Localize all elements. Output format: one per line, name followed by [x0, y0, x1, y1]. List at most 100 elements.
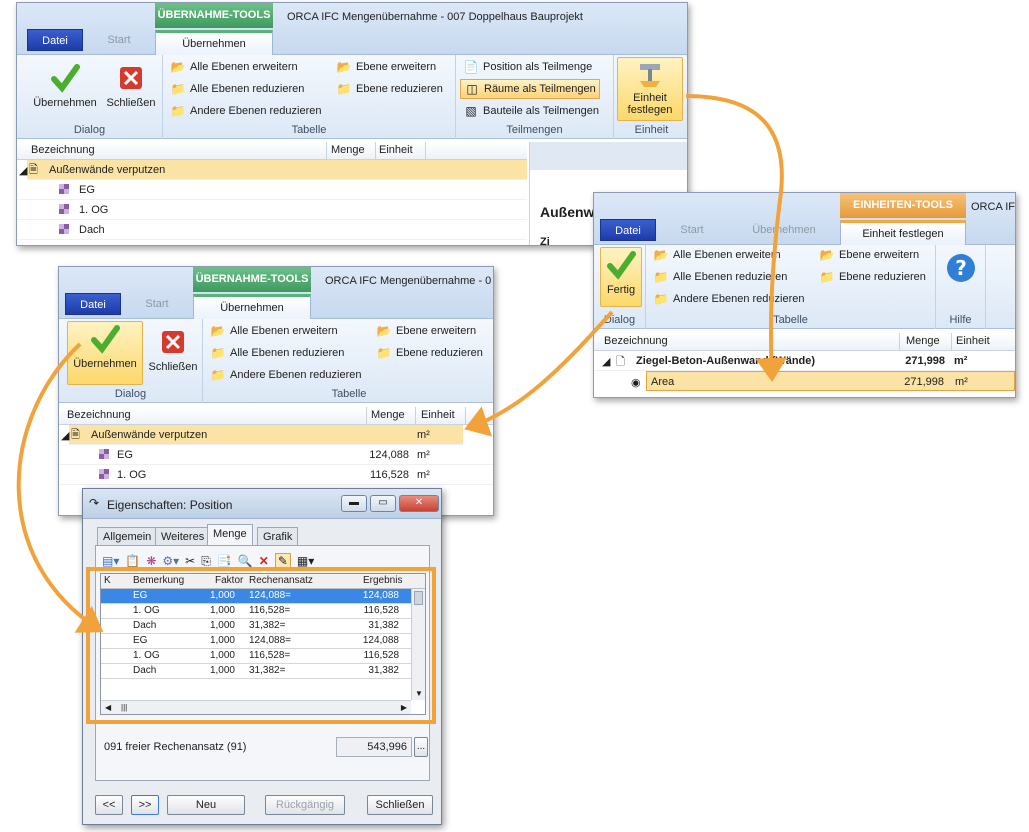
andere-ebenen-reduzieren-button[interactable]: 📁 Andere Ebenen reduzieren	[207, 365, 364, 385]
ifc-window-einheit: EINHEITEN-TOOLS ORCA IFC Datei Start Übe…	[593, 192, 1016, 398]
radio-icon[interactable]: ◉	[631, 376, 641, 389]
find-icon[interactable]: 🔍	[238, 554, 253, 568]
col-bezeichnung[interactable]: Bezeichnung	[604, 335, 668, 347]
uebernehmen-button[interactable]: Übernehmen	[29, 61, 101, 109]
expand-level-icon: 📂	[336, 60, 352, 74]
tab-weiteres[interactable]: Weiteres	[155, 527, 211, 546]
next-button[interactable]: >>	[131, 795, 159, 815]
tab-allgemein[interactable]: Allgemein	[97, 527, 158, 546]
col-menge[interactable]: Menge	[906, 335, 940, 347]
help-button[interactable]: ?	[942, 251, 980, 287]
ebene-reduzieren-button[interactable]: 📁 Ebene reduzieren	[816, 267, 929, 287]
delete-icon[interactable]: ✕	[259, 554, 269, 568]
tab-uebernehmen[interactable]: Übernehmen	[193, 294, 311, 319]
horizontal-scrollbar[interactable]: ◀ ||| ▶	[101, 700, 411, 714]
col-einheit[interactable]: Einheit	[421, 409, 455, 421]
alle-ebenen-erweitern-button[interactable]: 📂 Alle Ebenen erweitern	[207, 321, 341, 341]
table-row[interactable]: 1. OG 116,528 m²	[59, 465, 493, 485]
col-einheit[interactable]: Einheit	[379, 144, 413, 156]
context-tab-uebernahme-tools[interactable]: ÜBERNAHME-TOOLS	[155, 3, 273, 28]
tree-collapse-icon[interactable]: ◢	[602, 355, 610, 368]
table-row[interactable]: Dach 1,000 31,382= 31,382	[101, 619, 425, 634]
close-button[interactable]: ✕	[399, 495, 439, 512]
tab-start[interactable]: Start	[127, 293, 187, 315]
minimize-button[interactable]: ▬	[341, 495, 367, 512]
table-row-area[interactable]: ◉ Area 271,998 m²	[631, 371, 1015, 391]
einheit-festlegen-button[interactable]: Einheit festlegen	[617, 57, 683, 121]
maximize-button[interactable]: ▭	[370, 495, 396, 512]
rueckgaengig-button[interactable]: Rückgängig	[265, 795, 345, 815]
tab-einheit-festlegen[interactable]: Einheit festlegen	[840, 220, 966, 245]
table-row[interactable]: EG 124,088 m²	[59, 445, 493, 465]
cut-icon[interactable]: ✂	[185, 554, 195, 568]
tab-datei[interactable]: Datei	[600, 219, 656, 241]
context-tab-einheiten-tools[interactable]: EINHEITEN-TOOLS	[840, 193, 966, 218]
insert-row-icon[interactable]: ▤▾	[102, 554, 119, 568]
ebene-erweitern-button[interactable]: 📂 Ebene erweitern	[816, 245, 922, 265]
vertical-scrollbar[interactable]: ▼	[411, 589, 425, 700]
settings-icon[interactable]: ⚙▾	[162, 554, 179, 568]
table-row-parent[interactable]: ◢ 🗎 Außenwände verputzen	[19, 160, 527, 180]
table-row[interactable]: Dach	[17, 220, 527, 240]
tab-start[interactable]: Start	[662, 219, 722, 241]
alle-ebenen-reduzieren-button[interactable]: 📁 Alle Ebenen reduzieren	[650, 267, 790, 287]
group-dialog: Übernehmen Schließen Dialog	[17, 55, 163, 139]
table-row-parent[interactable]: ◢ 🗎 Außenwände verputzen m²	[61, 425, 463, 445]
schliessen-button[interactable]: Schließen	[103, 61, 159, 109]
alle-ebenen-erweitern-button[interactable]: 📂 Alle Ebenen erweitern	[167, 57, 301, 77]
col-bezeichnung[interactable]: Bezeichnung	[67, 409, 131, 421]
table-row[interactable]: 1. OG	[17, 200, 527, 220]
tab-start[interactable]: Start	[89, 29, 149, 51]
col-einheit[interactable]: Einheit	[956, 335, 990, 347]
formula-value-field[interactable]: 543,996	[336, 737, 412, 757]
schliessen-dialog-button[interactable]: Schließen	[367, 795, 433, 815]
tab-menge[interactable]: Menge	[207, 524, 253, 546]
table-row[interactable]: EG 1,000 124,088= 124,088	[101, 589, 425, 604]
table-row[interactable]: EG 1,000 124,088= 124,088	[101, 634, 425, 649]
raeume-als-teilmengen-button[interactable]: ◫ Räume als Teilmengen	[460, 79, 600, 99]
neu-button[interactable]: Neu	[167, 795, 245, 815]
copy-icon[interactable]: ⎘	[201, 554, 211, 569]
properties-icon[interactable]: ▦▾	[297, 554, 314, 568]
table-row-element[interactable]: ◢ 🗋 Ziegel-Beton-Außenwand (Wände) 271,9…	[594, 351, 1015, 371]
menge-table[interactable]: K Bemerkung Faktor Rechenansatz Ergebnis…	[100, 573, 426, 715]
tab-uebernehmen[interactable]: Übernehmen	[744, 219, 824, 241]
table-row[interactable]: 1. OG 1,000 116,528= 116,528	[101, 604, 425, 619]
table-row[interactable]: Dach 1,000 31,382= 31,382	[101, 664, 425, 679]
tree-collapse-icon[interactable]: ◢	[19, 164, 27, 177]
ebene-reduzieren-button[interactable]: 📁 Ebene reduzieren	[373, 343, 486, 363]
ebene-reduzieren-button[interactable]: 📁 Ebene reduzieren	[333, 79, 446, 99]
clipboard-icon[interactable]: 📑	[217, 554, 232, 568]
uebernehmen-button[interactable]: Übernehmen	[67, 321, 143, 385]
table-row[interactable]: 1. OG 1,000 116,528= 116,528	[101, 649, 425, 664]
tab-datei[interactable]: Datei	[65, 293, 121, 315]
col-menge[interactable]: Menge	[331, 144, 365, 156]
alle-ebenen-reduzieren-button[interactable]: 📁 Alle Ebenen reduzieren	[167, 79, 307, 99]
col-bezeichnung[interactable]: Bezeichnung	[31, 144, 95, 156]
formula-icon[interactable]: ❋	[146, 554, 156, 568]
tab-uebernehmen[interactable]: Übernehmen	[155, 30, 273, 55]
andere-ebenen-reduzieren-button[interactable]: 📁 Andere Ebenen reduzieren	[650, 289, 807, 309]
fertig-button[interactable]: Fertig	[600, 247, 642, 307]
bauteile-als-teilmengen-button[interactable]: ▧ Bauteile als Teilmengen	[460, 101, 602, 121]
edit-icon[interactable]: ✎	[274, 553, 291, 569]
alle-ebenen-erweitern-button[interactable]: 📂 Alle Ebenen erweitern	[650, 245, 784, 265]
ebene-erweitern-button[interactable]: 📂 Ebene erweitern	[373, 321, 479, 341]
quantity-grid[interactable]: Bezeichnung Menge Einheit ◢ 🗎 Außenwände…	[59, 407, 493, 485]
context-tab-uebernahme-tools[interactable]: ÜBERNAHME-TOOLS	[193, 267, 311, 292]
position-als-teilmenge-button[interactable]: 📄 Position als Teilmenge	[460, 57, 595, 77]
tree-collapse-icon[interactable]: ◢	[61, 429, 69, 442]
schliessen-button[interactable]: Schließen	[145, 325, 201, 373]
quantity-grid[interactable]: Bezeichnung Menge Einheit ◢ 🗎 Außenwände…	[17, 142, 527, 240]
formula-ellipsis-button[interactable]: ...	[414, 737, 428, 757]
prev-button[interactable]: <<	[95, 795, 123, 815]
tab-grafik[interactable]: Grafik	[257, 527, 299, 546]
col-menge[interactable]: Menge	[371, 409, 405, 421]
ebene-erweitern-button[interactable]: 📂 Ebene erweitern	[333, 57, 439, 77]
tab-datei[interactable]: Datei	[27, 29, 83, 51]
alle-ebenen-reduzieren-button[interactable]: 📁 Alle Ebenen reduzieren	[207, 343, 347, 363]
unit-grid[interactable]: Bezeichnung Menge Einheit ◢ 🗋 Ziegel-Bet…	[594, 333, 1015, 391]
andere-ebenen-reduzieren-button[interactable]: 📁 Andere Ebenen reduzieren	[167, 101, 324, 121]
table-row[interactable]: EG	[17, 180, 527, 200]
paste-icon[interactable]: 📋	[125, 554, 140, 568]
